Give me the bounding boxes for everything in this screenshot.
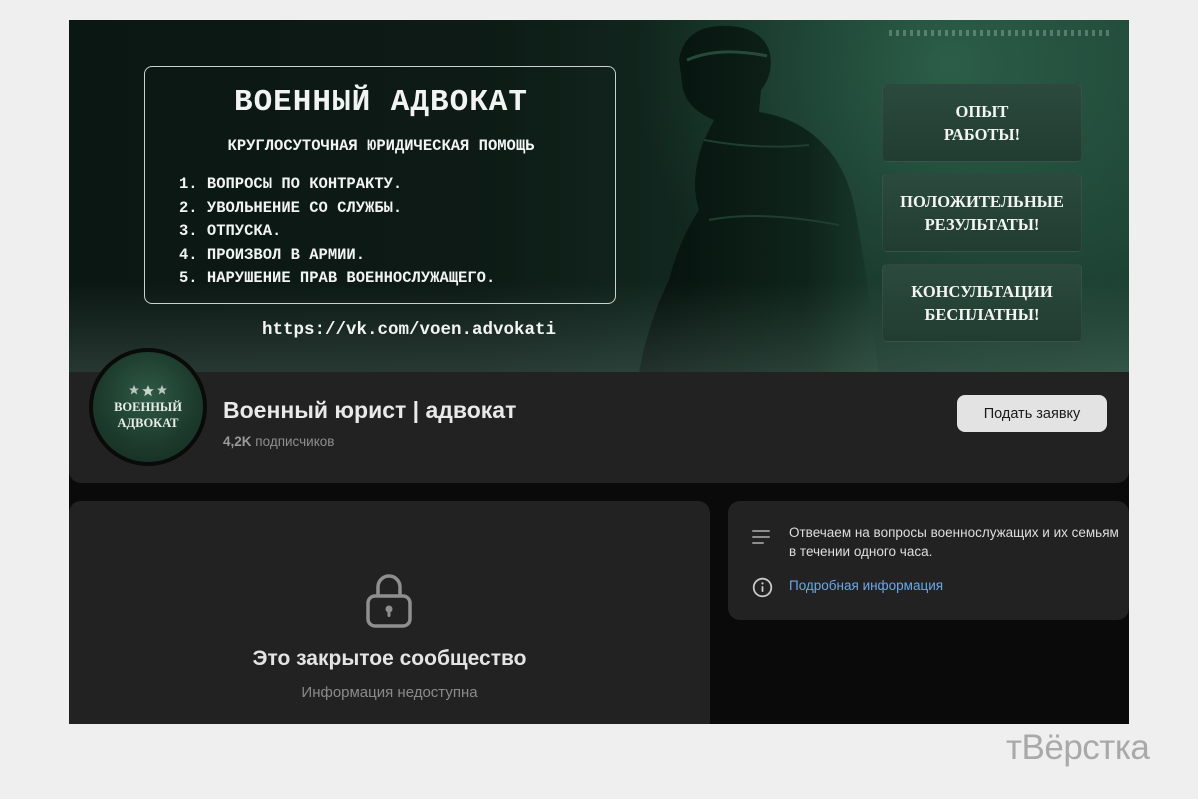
cover-list-item: 5. НАРУШЕНИЕ ПРАВ ВОЕННОСЛУЖАЩЕГО. xyxy=(179,269,496,287)
cover-list-item: 2. УВОЛЬНЕНИЕ СО СЛУЖБЫ. xyxy=(179,198,403,217)
description-card: Отвечаем на вопросы военнослужащих и их … xyxy=(728,501,1129,620)
cover-info-box: ВОЕННЫЙ АДВОКАТ КРУГЛОСУТОЧНАЯ ЮРИДИЧЕСК… xyxy=(144,66,616,304)
description-text: Отвечаем на вопросы военнослужащих и их … xyxy=(789,525,1119,559)
cover-badge-label: ОПЫТ РАБОТЫ! xyxy=(943,102,1021,144)
avatar-label: ВОЕННЫЙ АДВОКАТ xyxy=(114,399,182,430)
subscribers-count[interactable]: 4,2K подписчиков xyxy=(223,434,334,449)
stars-icon xyxy=(128,384,168,398)
community-header: ВОЕННЫЙ АДВОКАТ Военный юрист | адвокат … xyxy=(69,348,1129,483)
cover-services-list: 1. ВОПРОСЫ ПО КОНТРАКТУ. 2. УВОЛЬНЕНИЕ С… xyxy=(179,173,495,291)
closed-community-subtitle: Информация недоступна xyxy=(301,684,478,701)
cover-url: https://vk.com/voen.advokati xyxy=(261,320,557,340)
cover-list-item: 3. ОТПУСКА. xyxy=(179,222,282,240)
cover-banner: ВОЕННЫЙ АДВОКАТ КРУГЛОСУТОЧНАЯ ЮРИДИЧЕСК… xyxy=(69,20,1129,372)
info-icon xyxy=(752,577,773,598)
community-page: ВОЕННЫЙ АДВОКАТ КРУГЛОСУТОЧНАЯ ЮРИДИЧЕСК… xyxy=(69,20,1129,724)
text-lines-icon xyxy=(752,530,770,544)
lock-icon xyxy=(366,574,412,628)
avatar-image: ВОЕННЫЙ АДВОКАТ xyxy=(93,352,203,462)
cover-badge-label: ПОЛОЖИТЕЛЬНЫЕ РЕЗУЛЬТАТЫ! xyxy=(900,192,1064,234)
cover-list-item: 1. ВОПРОСЫ ПО КОНТРАКТУ. xyxy=(179,175,403,193)
closed-community-title: Это закрытое сообщество xyxy=(252,647,527,670)
apply-button[interactable]: Подать заявку xyxy=(957,395,1107,432)
cover-badge-results: ПОЛОЖИТЕЛЬНЫЕ РЕЗУЛЬТАТЫ! xyxy=(882,174,1082,252)
closed-community-card: Это закрытое сообщество Информация недос… xyxy=(69,501,710,724)
cover-subtitle: КРУГЛОСУТОЧНАЯ ЮРИДИЧЕСКАЯ ПОМОЩЬ xyxy=(227,137,535,155)
subscribers-number: 4,2K xyxy=(223,434,252,449)
cover-badge-label: КОНСУЛЬТАЦИИ БЕСПЛАТНЫ! xyxy=(911,282,1053,324)
cover-badge-experience: ОПЫТ РАБОТЫ! xyxy=(882,84,1082,162)
more-info-link[interactable]: Подробная информация xyxy=(789,578,943,593)
avatar[interactable]: ВОЕННЫЙ АДВОКАТ xyxy=(89,348,207,466)
cover-title: ВОЕННЫЙ АДВОКАТ xyxy=(233,85,529,120)
cover-list-item: 4. ПРОИЗВОЛ В АРМИИ. xyxy=(179,245,366,264)
subscribers-label: подписчиков xyxy=(255,434,335,449)
watermark-logo: тВёрстка xyxy=(1006,728,1150,767)
cover-badge-free-consultation: КОНСУЛЬТАЦИИ БЕСПЛАТНЫ! xyxy=(882,264,1082,342)
group-title: Военный юрист | адвокат xyxy=(223,397,517,423)
